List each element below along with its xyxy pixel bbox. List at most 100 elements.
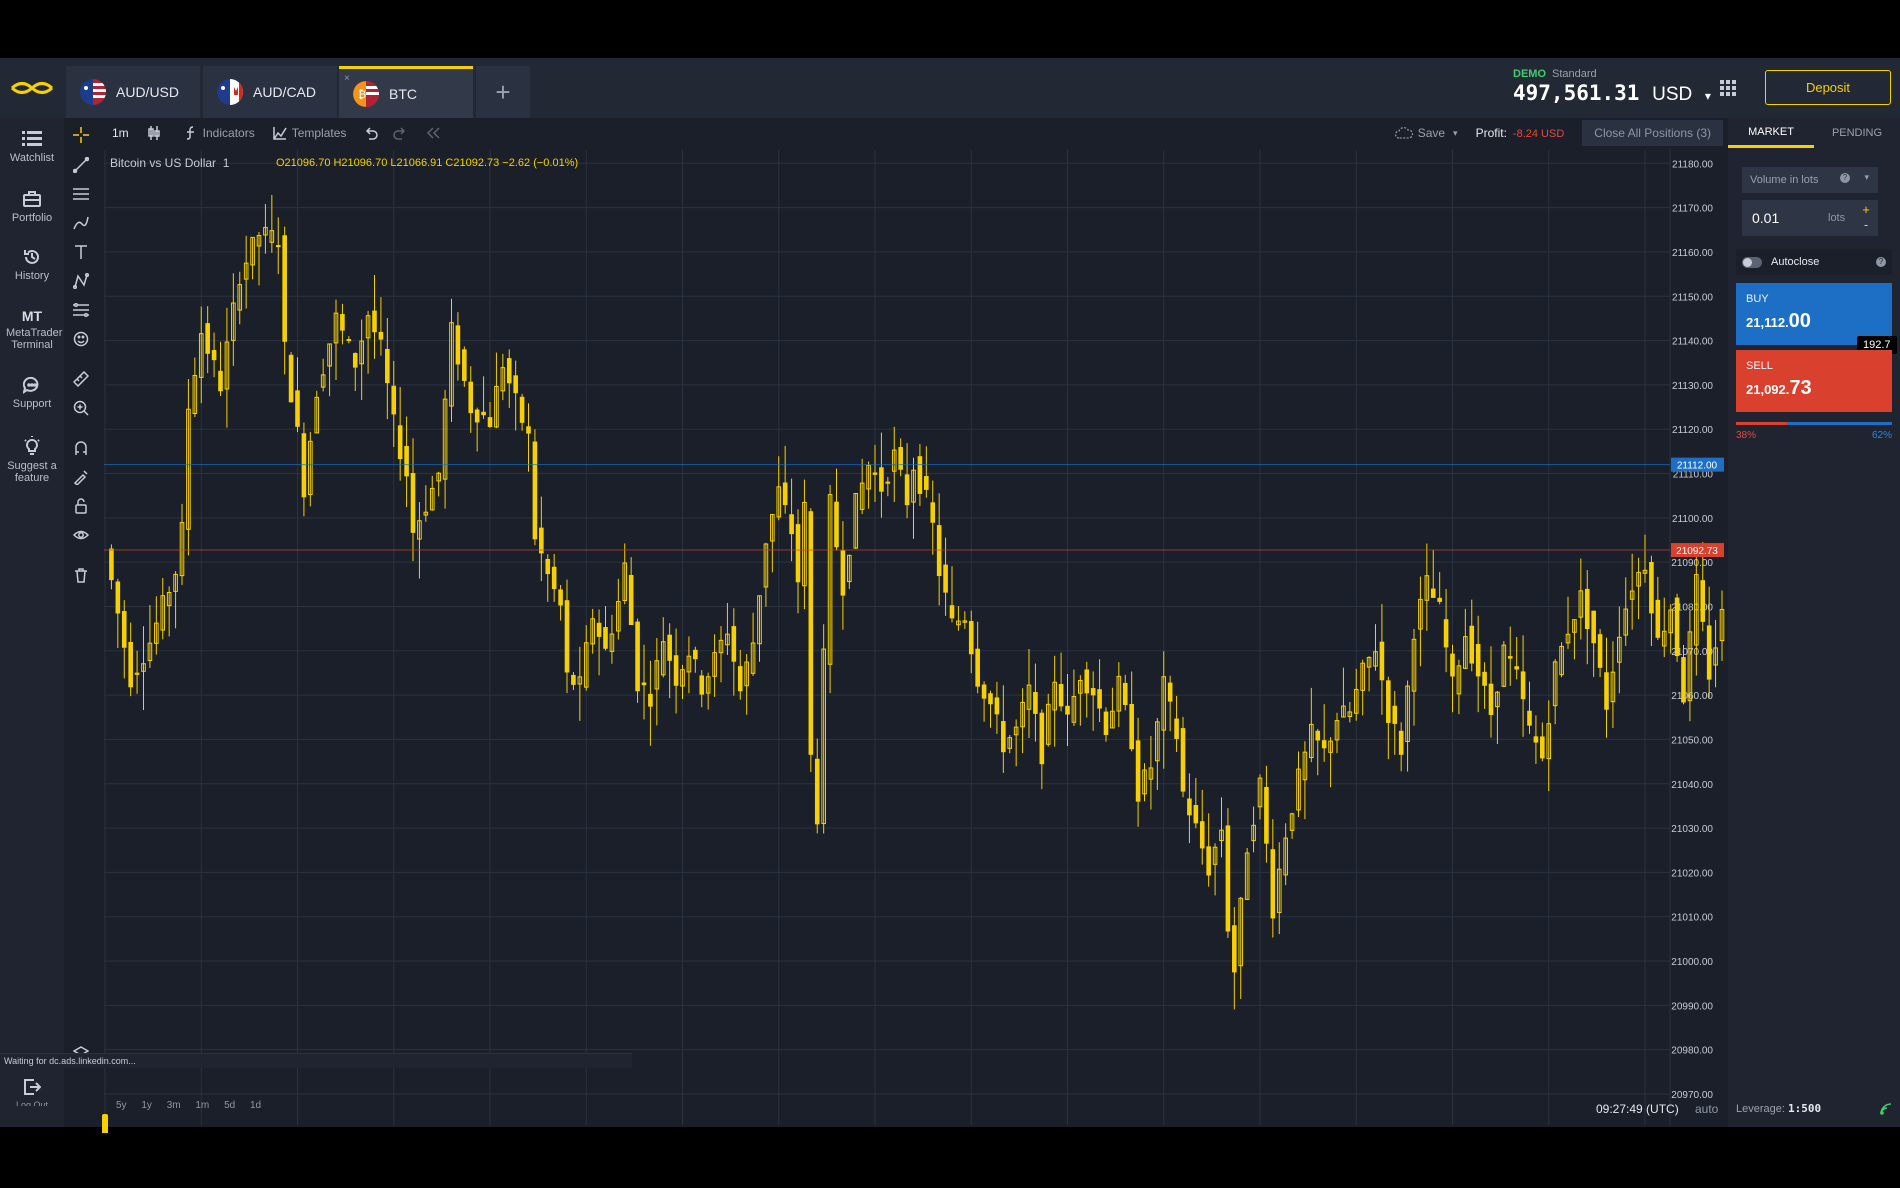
cloud-icon [1394, 126, 1413, 139]
timeframe-5d[interactable]: 5d [224, 1100, 235, 1111]
tab-aud-usd[interactable]: AUD/USD [66, 66, 200, 118]
au-ca-flag-icon [217, 79, 243, 105]
sell-button[interactable]: SELL 21,092.73 [1736, 350, 1892, 412]
candle-body [1597, 634, 1603, 668]
candle-body [1507, 656, 1513, 659]
indicators-button[interactable]: Indicators [184, 126, 255, 140]
magnet-icon[interactable] [70, 437, 92, 459]
buy-percentage: 62% [1871, 430, 1892, 441]
sidebar-item-watchlist[interactable]: Watchlist [0, 130, 64, 164]
add-tab-button[interactable]: + [476, 66, 530, 118]
horizontal-lines-icon[interactable] [70, 183, 92, 205]
tab-pending[interactable]: PENDING [1814, 118, 1900, 148]
leverage-value: 1:500 [1788, 1102, 1822, 1115]
y-tick-label: 21090.00 [1671, 558, 1713, 569]
trend-line-icon[interactable] [70, 154, 92, 176]
timeframe-3m[interactable]: 3m [167, 1100, 181, 1111]
sell-price: 21,092.73 [1746, 377, 1882, 400]
candle-body [1706, 625, 1712, 680]
candle-body [455, 325, 461, 365]
templates-button[interactable]: Templates [272, 126, 346, 140]
buy-price: 21,112.00 [1746, 310, 1882, 333]
timeframe-1y[interactable]: 1y [141, 1100, 152, 1111]
tab-market[interactable]: MARKET [1728, 118, 1814, 148]
fib-icon[interactable] [70, 299, 92, 321]
decrement-button[interactable]: - [1860, 217, 1872, 232]
sidebar-item-portfolio[interactable]: Portfolio [0, 190, 64, 224]
chart-legend: Bitcoin vs US Dollar 1 [110, 156, 229, 170]
zoom-in-icon[interactable] [70, 397, 92, 419]
candle-body [1398, 730, 1404, 755]
autoclose-toggle[interactable] [1742, 256, 1762, 268]
candle-type-icon[interactable] [147, 126, 166, 140]
deposit-button[interactable]: Deposit [1765, 70, 1891, 105]
tab-aud-cad[interactable]: AUD/CAD [203, 66, 337, 118]
svg-text:₿: ₿ [358, 88, 366, 101]
ohlc-readout: O21096.70 H21096.70 L21066.91 C21092.73 … [276, 157, 579, 169]
trash-icon[interactable] [70, 564, 92, 586]
lock-drawing-icon[interactable] [70, 466, 92, 488]
candle-body [1649, 561, 1654, 614]
candle-body [340, 314, 345, 331]
autoclose-toggle-row[interactable]: Autoclose ? [1736, 249, 1892, 275]
redo-icon[interactable] [393, 126, 412, 140]
tab-btc[interactable]: × ₿ BTC [339, 66, 473, 118]
rewind-icon[interactable] [426, 126, 445, 140]
chart-interval: 1 [222, 156, 230, 170]
price-chart[interactable]: Bitcoin vs US Dollar 1 O21096.70 H21096.… [91, 148, 1789, 1149]
close-icon[interactable]: × [344, 73, 350, 84]
sell-percentage: 38% [1736, 430, 1757, 441]
timeframe-selector: 5y 1y 3m 1m 5d 1d [116, 1100, 273, 1111]
exness-logo[interactable] [0, 58, 64, 118]
list-icon [22, 131, 42, 146]
apps-grid-icon[interactable] [1720, 80, 1736, 101]
candle-body [378, 331, 384, 340]
candle-body [1167, 682, 1173, 702]
sidebar-item-suggest-feature[interactable]: Suggest a feature [0, 436, 64, 484]
emoji-icon[interactable] [70, 328, 92, 350]
eye-icon[interactable] [70, 524, 92, 546]
briefcase-icon [23, 191, 41, 207]
candle-body [1475, 644, 1481, 677]
sidebar-item-support[interactable]: Support [0, 376, 64, 410]
candle-body [1058, 684, 1064, 707]
sell-price-label: 21092.73 [1676, 546, 1718, 557]
candle-body [1193, 805, 1199, 824]
timeframe-1d[interactable]: 1d [250, 1100, 261, 1111]
connection-signal-icon [1880, 1102, 1892, 1120]
timeframe-5y[interactable]: 5y [116, 1100, 127, 1111]
utc-clock[interactable]: 09:27:49 (UTC) [1596, 1102, 1679, 1116]
indicators-label: Indicators [202, 126, 255, 140]
y-tick-label: 21000.00 [1671, 957, 1713, 968]
volume-mode-dropdown[interactable]: Volume in lots ? ▾ [1742, 167, 1878, 193]
save-label: Save [1417, 126, 1446, 140]
candle-body [211, 350, 217, 361]
lots-input[interactable] [1742, 210, 1822, 226]
sidebar-item-metatrader[interactable]: MT MetaTrader Terminal [0, 308, 64, 351]
increment-button[interactable]: + [1860, 202, 1872, 217]
timeframe-1m[interactable]: 1m [195, 1100, 209, 1111]
auto-scale-toggle[interactable]: auto [1695, 1102, 1718, 1116]
undo-icon[interactable] [364, 126, 383, 140]
crosshair-icon[interactable] [70, 124, 92, 146]
candle-body [115, 581, 121, 614]
ruler-icon[interactable] [70, 368, 92, 390]
close-all-positions-button[interactable]: Close All Positions (3) [1582, 120, 1723, 146]
account-summary[interactable]: DEMO Standard 497,561.31 USD ▾ [1513, 68, 1711, 106]
sell-price-pips: 73 [1789, 377, 1812, 399]
sidebar-item-history[interactable]: History [0, 248, 64, 282]
help-icon[interactable]: ? [1840, 173, 1850, 183]
candle-body [1514, 666, 1519, 670]
candlestick-chart[interactable]: 21180.00 21170.00 21160.00 21150.00 21140.00… [91, 148, 1789, 1149]
candle-body [532, 441, 538, 540]
help-icon[interactable]: ? [1876, 257, 1886, 267]
text-icon[interactable] [70, 241, 92, 263]
save-button[interactable]: Save ▾ [1394, 126, 1458, 140]
candle-body [1655, 599, 1661, 638]
interval-selector[interactable]: 1m [112, 126, 129, 140]
candle-body [917, 456, 923, 494]
order-panel: MARKET PENDING Volume in lots ? ▾ lots +… [1728, 118, 1900, 1127]
lock-icon[interactable] [70, 495, 92, 517]
brush-icon[interactable] [70, 212, 92, 234]
pattern-icon[interactable] [70, 270, 92, 292]
